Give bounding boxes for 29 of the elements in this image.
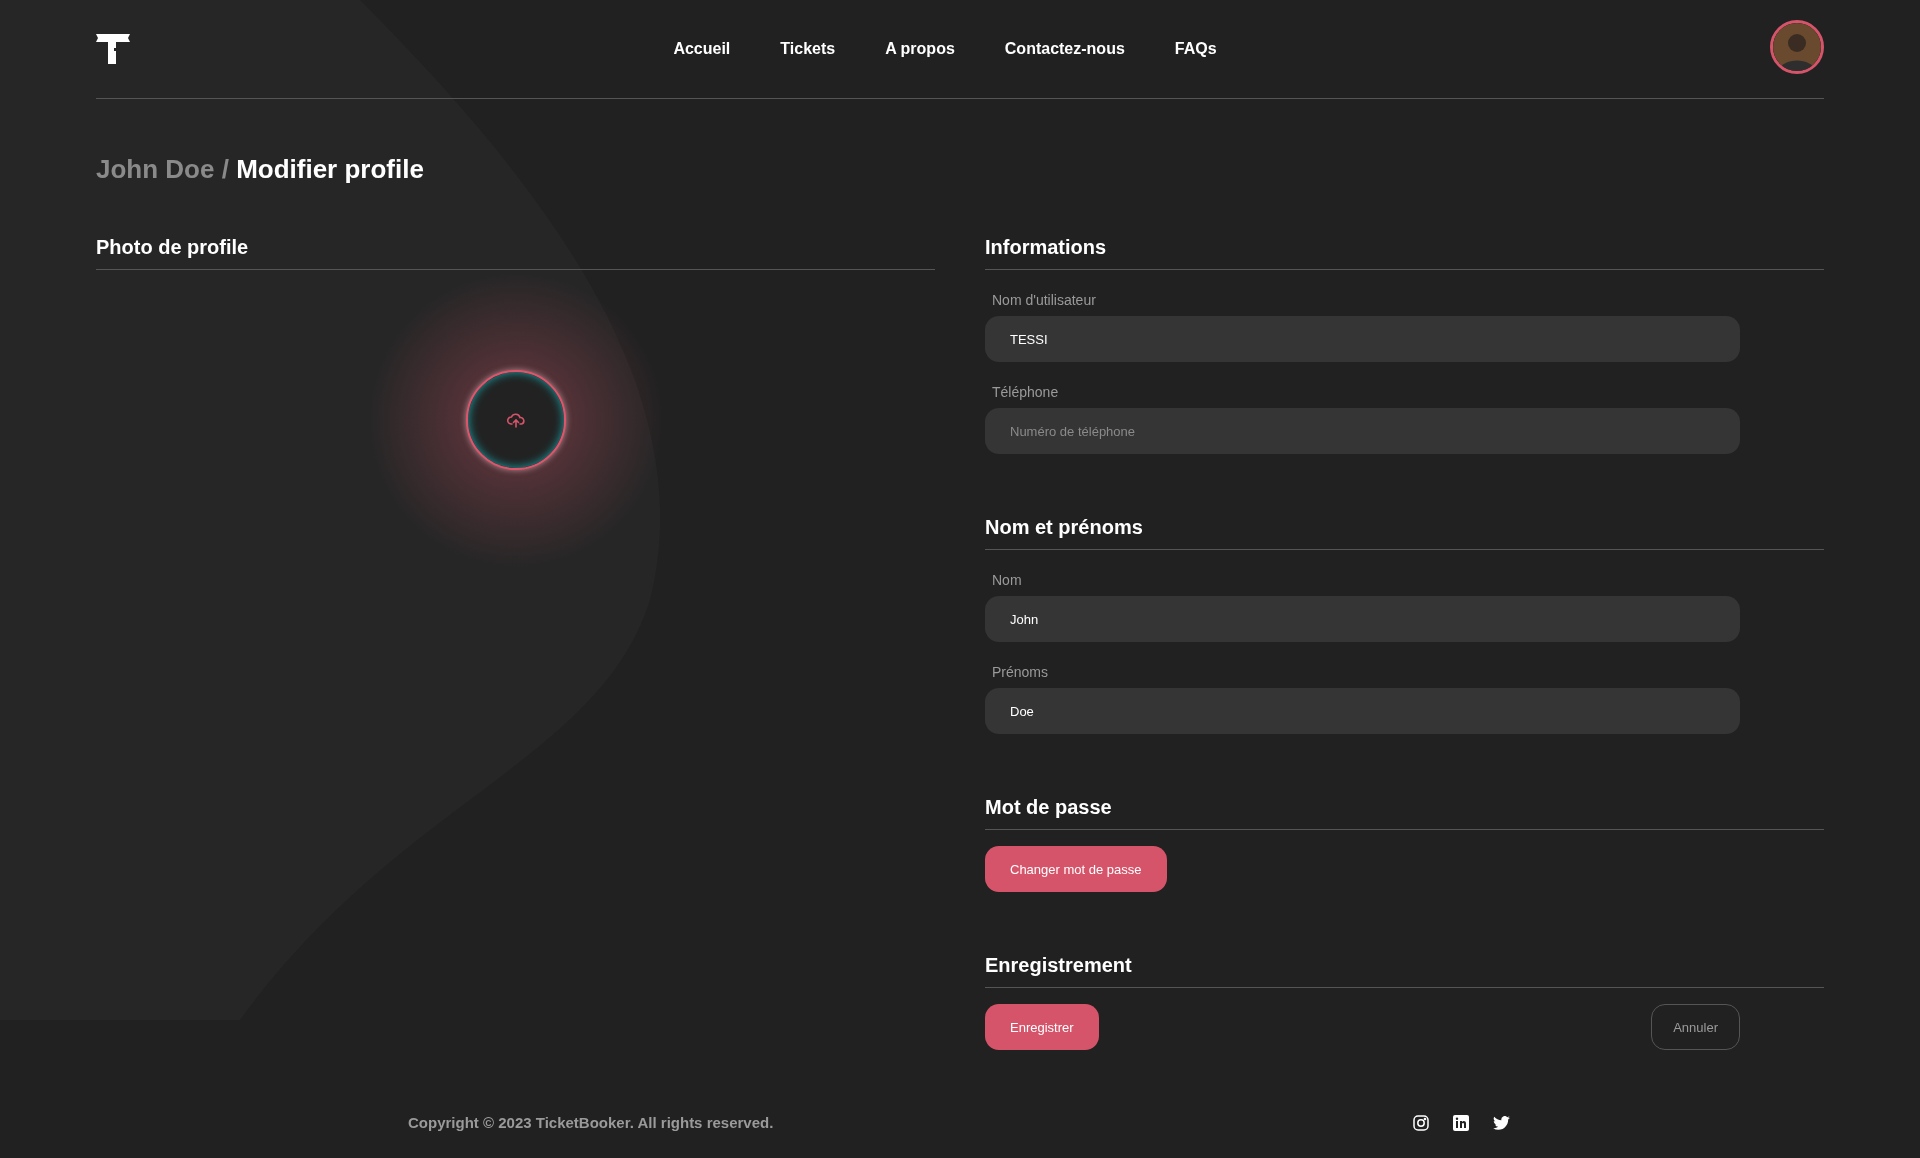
section-heading: Enregistrement <box>985 954 1824 988</box>
section-heading: Informations <box>985 236 1824 270</box>
cloud-upload-icon <box>506 412 525 428</box>
primary-button[interactable]: Enregistrer <box>985 1004 1099 1050</box>
linkedin-icon[interactable] <box>1453 1114 1469 1131</box>
twitter-icon[interactable] <box>1493 1115 1510 1130</box>
field-label: Nom <box>992 572 1023 588</box>
page-title: John Doe / Modifier profile <box>96 154 425 186</box>
field-label: Nom d'utilisateur <box>992 292 1097 308</box>
section-heading: Nom et prénoms <box>985 516 1824 550</box>
input-field[interactable]: Doe <box>985 688 1740 734</box>
avatar[interactable] <box>1770 20 1824 74</box>
input-field[interactable]: TESSI <box>985 316 1740 362</box>
cancel-button[interactable]: Annuler <box>1651 1004 1740 1050</box>
nav-link[interactable]: Contactez-nous <box>1004 40 1125 58</box>
nav-link[interactable]: Accueil <box>673 40 731 58</box>
input-field[interactable]: John <box>985 596 1740 642</box>
primary-button[interactable]: Changer mot de passe <box>985 846 1167 892</box>
nav-link[interactable]: FAQs <box>1174 40 1217 58</box>
field-label: Prénoms <box>992 664 1050 680</box>
logo-icon[interactable] <box>96 34 130 64</box>
nav-link[interactable]: A propos <box>885 40 955 58</box>
section-heading: Mot de passe <box>985 796 1824 830</box>
section-heading: Photo de profile <box>96 236 935 270</box>
nav-link[interactable]: Tickets <box>780 40 836 58</box>
input-field[interactable]: Numéro de téléphone <box>985 408 1740 454</box>
copyright-text: Copyright © 2023 TicketBooker. All rights reserved. <box>408 1114 774 1131</box>
instagram-icon[interactable] <box>1413 1114 1429 1131</box>
field-label: Téléphone <box>992 384 1060 400</box>
